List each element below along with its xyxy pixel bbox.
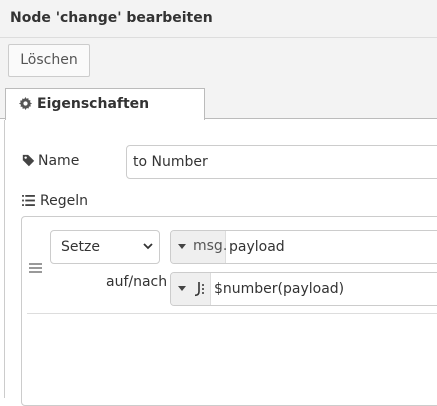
caret-down-icon	[178, 286, 186, 291]
tray-header: Node 'change' bearbeiten	[0, 0, 437, 38]
tray-toolbar: Löschen	[0, 38, 437, 87]
rule-action-value: Setze	[61, 239, 100, 255]
delete-button[interactable]: Löschen	[8, 44, 90, 77]
rule-property-input[interactable]: msg. payload	[170, 230, 437, 264]
to-label: auf/nach	[106, 274, 168, 290]
name-input[interactable]	[126, 145, 437, 179]
tab-properties[interactable]: Eigenschaften	[5, 88, 205, 120]
gear-icon	[19, 97, 32, 110]
list-icon	[22, 195, 35, 206]
tray-title: Node 'change' bearbeiten	[10, 10, 213, 26]
value-type-button[interactable]	[171, 273, 211, 305]
property-type-button[interactable]: msg.	[171, 231, 228, 263]
tab-label: Eigenschaften	[37, 96, 150, 112]
caret-down-icon	[178, 244, 186, 249]
property-value: payload	[229, 239, 285, 255]
rule-value-input[interactable]: $number(payload)	[170, 272, 437, 306]
tag-icon	[22, 154, 35, 167]
rule-action-select[interactable]: Setze	[50, 230, 160, 264]
property-type-label: msg.	[193, 238, 228, 254]
name-label: Name	[38, 153, 80, 169]
drag-handle[interactable]	[29, 263, 42, 273]
rules-label: Regeln	[40, 193, 88, 209]
panel-border	[4, 120, 5, 398]
chevron-down-icon	[143, 243, 153, 250]
jsonata-icon	[194, 282, 204, 297]
value-expression: $number(payload)	[214, 281, 345, 297]
